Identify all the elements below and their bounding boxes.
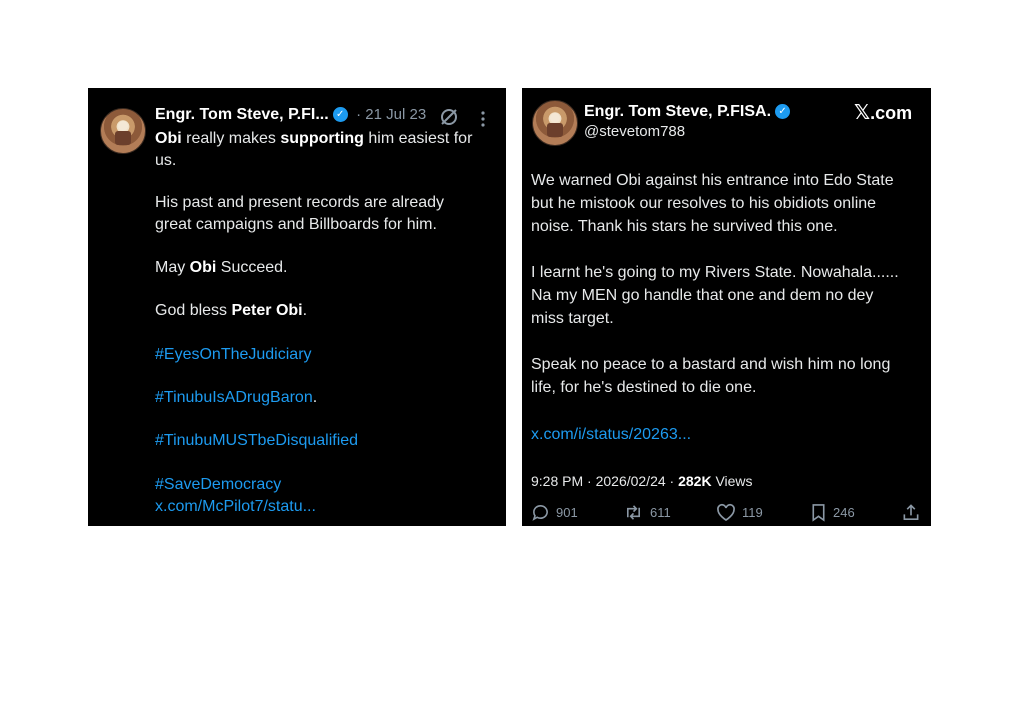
bookmark-button[interactable]: 246	[810, 503, 855, 522]
hashtag-link[interactable]: #SaveDemocracy	[155, 474, 281, 496]
reply-icon	[531, 503, 550, 522]
author-name[interactable]: Engr. Tom Steve, P.FISA. ✓	[584, 103, 791, 121]
hashtag-link[interactable]: #EyesOnTheJudiciary	[155, 344, 312, 366]
views-label: Views	[711, 473, 753, 489]
bookmark-count: 246	[833, 505, 855, 520]
tweet-text-line: Speak no peace to a bastard and wish him…	[531, 356, 891, 373]
hashtag-link[interactable]: #TinubuMUSTbeDisqualified	[155, 430, 358, 452]
avatar[interactable]	[100, 108, 146, 154]
tweet-text-line: but he mistook our resolves to his obidi…	[531, 195, 877, 212]
left-tweet-panel: Engr. Tom Steve, P.FI... ✓ · 21 Jul 23 Ob…	[88, 88, 506, 526]
bookmark-icon	[810, 503, 827, 522]
share-button[interactable]	[902, 503, 920, 522]
right-tweet-panel: Engr. Tom Steve, P.FISA. ✓ @stevetom788 𝕏…	[522, 88, 931, 526]
status-link[interactable]: x.com/McPilot7/statu...	[155, 496, 316, 518]
tweet-text-line: us.	[155, 152, 177, 169]
grok-icon[interactable]	[439, 107, 459, 127]
tweet-text-line: His past and present records are already	[155, 194, 445, 211]
verified-badge-icon: ✓	[775, 104, 791, 120]
repost-count: 611	[650, 505, 671, 520]
like-count: 119	[742, 505, 763, 520]
share-icon	[902, 503, 920, 522]
like-icon	[716, 503, 736, 522]
tweet-text-line: Na my MEN go handle that one and dem no …	[531, 287, 874, 304]
tweet-text-line: miss target.	[531, 310, 614, 327]
more-icon[interactable]	[480, 110, 486, 133]
tweet-text-line: I learnt he's going to my Rivers State. …	[531, 264, 899, 281]
views-count: 282K	[678, 473, 712, 489]
hashtag-link[interactable]: #TinubuIsADrugBaron	[155, 389, 313, 406]
author-name-text[interactable]: Engr. Tom Steve, P.FISA.	[584, 103, 771, 120]
tweet-text-line: great campaigns and Billboards for him.	[155, 216, 437, 233]
author-name[interactable]: Engr. Tom Steve, P.FI... ✓ · 21 Jul 23	[155, 106, 426, 124]
tweet-timestamp[interactable]: 9:28 PM · 2026/02/24 ·	[531, 473, 678, 489]
reply-count: 901	[556, 505, 578, 520]
tweet-text-line: noise. Thank his stars he survived this …	[531, 218, 838, 235]
author-name-text[interactable]: Engr. Tom Steve, P.FI...	[155, 106, 329, 123]
tweet-text-line: #TinubuIsADrugBaron.	[155, 389, 318, 406]
tweet-text-line: We warned Obi against his entrance into …	[531, 172, 894, 189]
like-button[interactable]: 119	[716, 503, 763, 522]
tweet-text-line: life, for he's destined to die one.	[531, 379, 757, 396]
tweet-text-line: God bless Peter Obi.	[155, 302, 308, 319]
avatar[interactable]	[532, 100, 578, 146]
x-logo-icon: 𝕏.com	[854, 102, 913, 124]
tweet-text-line: May Obi Succeed.	[155, 259, 288, 276]
status-link[interactable]: x.com/i/status/20263...	[531, 424, 691, 446]
author-handle[interactable]: @stevetom788	[584, 121, 685, 143]
reply-button[interactable]: 901	[531, 503, 578, 522]
tweet-meta: 9:28 PM · 2026/02/24 · 282K Views	[531, 470, 753, 492]
tweet-date[interactable]: · 21 Jul 23	[356, 106, 426, 123]
repost-button[interactable]: 611	[623, 503, 671, 522]
verified-badge-icon: ✓	[332, 107, 348, 123]
tweet-text-line: Obi really makes supporting him easiest …	[155, 130, 473, 147]
repost-icon	[623, 503, 644, 522]
